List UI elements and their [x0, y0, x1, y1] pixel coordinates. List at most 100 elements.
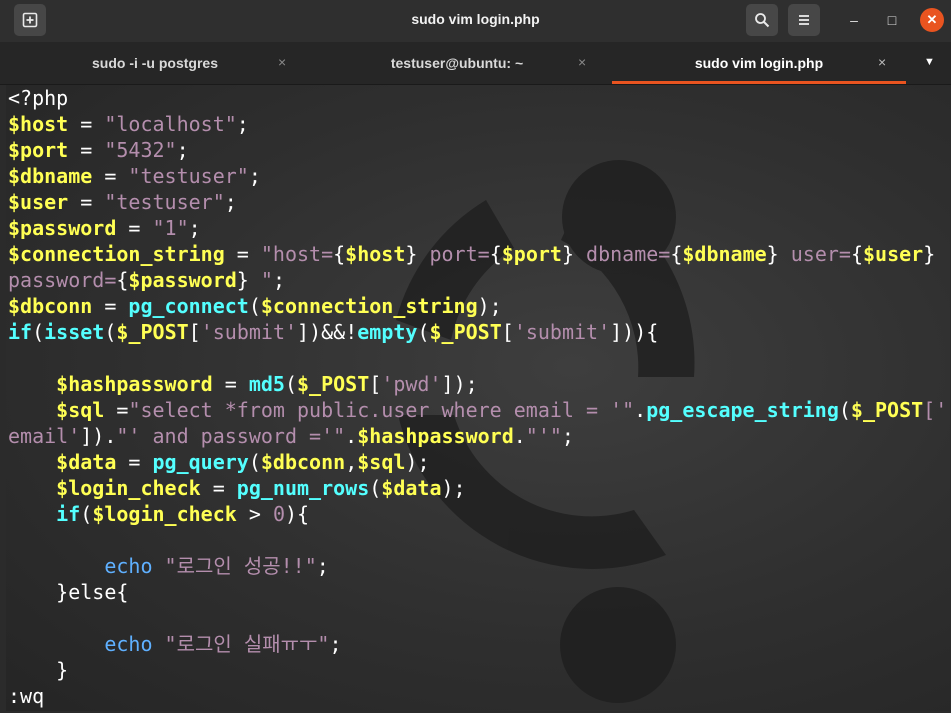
tab-list-dropdown-button[interactable]: ▼ — [924, 56, 935, 68]
code-line-1: <?php — [8, 86, 68, 110]
code-token: { — [333, 242, 346, 266]
code-token: user= — [778, 242, 851, 266]
code-token: "5432" — [104, 138, 177, 162]
maximize-button[interactable]: □ — [880, 8, 904, 32]
tab-postgres[interactable]: sudo -i -u postgres × — [8, 42, 302, 84]
code-token: ( — [32, 320, 45, 344]
code-token: $sql — [56, 398, 105, 422]
code-line-14: email'])."' and password ='".$hashpasswo… — [8, 424, 574, 448]
terminal-view[interactable]: <?php $host = "localhost"; $port = "5432… — [6, 85, 950, 711]
code-token: $login_check — [92, 502, 237, 526]
code-token: } — [405, 242, 418, 266]
close-window-button[interactable]: ✕ — [920, 8, 944, 32]
code-token: pg_query — [152, 450, 249, 474]
code-token: $hashpassword — [56, 372, 213, 396]
code-token: $dbname — [8, 164, 93, 188]
code-token: port= — [417, 242, 490, 266]
code-token: ; — [329, 632, 342, 656]
code-line-3: $port = "5432"; — [8, 138, 189, 162]
menu-button[interactable] — [788, 4, 820, 36]
code-token: { — [489, 242, 502, 266]
code-line-12: $hashpassword = md5($_POST['pwd']); — [8, 372, 478, 396]
code-token: = — [116, 450, 153, 474]
code-line-9: $dbconn = pg_connect($connection_string)… — [8, 294, 502, 318]
minimize-button[interactable]: – — [842, 8, 866, 32]
tab-label: testuser@ubuntu: ~ — [390, 55, 524, 71]
code-token: ( — [248, 450, 261, 474]
code-token: } — [561, 242, 574, 266]
code-token: 'submit' — [513, 320, 611, 344]
code-token: ; — [188, 216, 201, 240]
code-token: . — [634, 398, 647, 422]
tab-label: sudo vim login.php — [694, 55, 824, 71]
code-token: [' — [923, 398, 948, 422]
code-token: if — [8, 320, 33, 344]
code-token: ])){ — [610, 320, 659, 344]
code-token: $password — [8, 216, 117, 240]
code-token: "로그인 성공!!" — [164, 554, 317, 578]
code-token: = — [200, 476, 237, 500]
code-token: "host= — [260, 242, 334, 266]
code-token: = — [92, 164, 129, 188]
code-token: $_POST — [850, 398, 924, 422]
code-token: "' and password ='" — [116, 424, 346, 448]
code-token: } — [923, 242, 936, 266]
vim-command-line[interactable]: :wq — [8, 684, 44, 708]
code-token: = — [68, 190, 105, 214]
tab-testuser-shell[interactable]: testuser@ubuntu: ~ × — [310, 42, 604, 84]
code-token: "'" — [525, 424, 562, 448]
code-token: echo — [104, 632, 153, 656]
code-token: ; — [316, 554, 329, 578]
tab-close-button[interactable]: × — [578, 54, 586, 70]
code-token: $_POST — [116, 320, 189, 344]
active-tab-indicator — [612, 81, 906, 84]
code-token: > — [236, 502, 273, 526]
code-token: isset — [44, 320, 105, 344]
search-icon — [755, 13, 770, 28]
code-token: "testuser" — [104, 190, 225, 214]
code-token: $user — [8, 190, 69, 214]
code-token: ){ — [284, 502, 310, 526]
code-token: "1" — [152, 216, 189, 240]
php-open-tag: <?php — [8, 86, 69, 110]
code-token: } — [56, 658, 69, 682]
vim-buffer[interactable]: <?php $host = "localhost"; $port = "5432… — [8, 85, 947, 709]
code-token: ( — [104, 320, 117, 344]
code-token: ( — [417, 320, 430, 344]
code-line-20: }else{ — [8, 580, 128, 604]
code-token: md5 — [248, 372, 285, 396]
code-token: ])&&! — [297, 320, 358, 344]
code-token: = — [92, 294, 129, 318]
code-token: $port — [501, 242, 562, 266]
code-token: [ — [369, 372, 382, 396]
code-token: { — [670, 242, 683, 266]
code-token: "testuser" — [128, 164, 249, 188]
code-token: 0 — [272, 502, 285, 526]
code-line-2: $host = "localhost"; — [8, 112, 249, 136]
code-token: ( — [248, 294, 261, 318]
code-token: ; — [272, 268, 285, 292]
code-token: { — [850, 242, 864, 266]
code-token: $connection_string — [8, 242, 225, 266]
tab-vim-login[interactable]: sudo vim login.php × — [612, 42, 906, 84]
code-token: $login_check — [56, 476, 201, 500]
tab-close-button[interactable]: × — [278, 54, 286, 70]
code-token: $user — [863, 242, 924, 266]
code-token: ; — [236, 112, 249, 136]
search-button[interactable] — [746, 4, 778, 36]
code-token: ]); — [441, 372, 478, 396]
code-token: ); — [477, 294, 502, 318]
tab-close-button[interactable]: × — [878, 54, 886, 70]
code-line-16: $login_check = pg_num_rows($data); — [8, 476, 465, 500]
code-token: $dbconn — [260, 450, 346, 474]
code-token: $dbname — [682, 242, 767, 266]
code-line-19: echo "로그인 성공!!"; — [8, 554, 329, 578]
tab-bar: sudo -i -u postgres × testuser@ubuntu: ~… — [0, 42, 951, 85]
code-token: }else{ — [56, 580, 129, 604]
